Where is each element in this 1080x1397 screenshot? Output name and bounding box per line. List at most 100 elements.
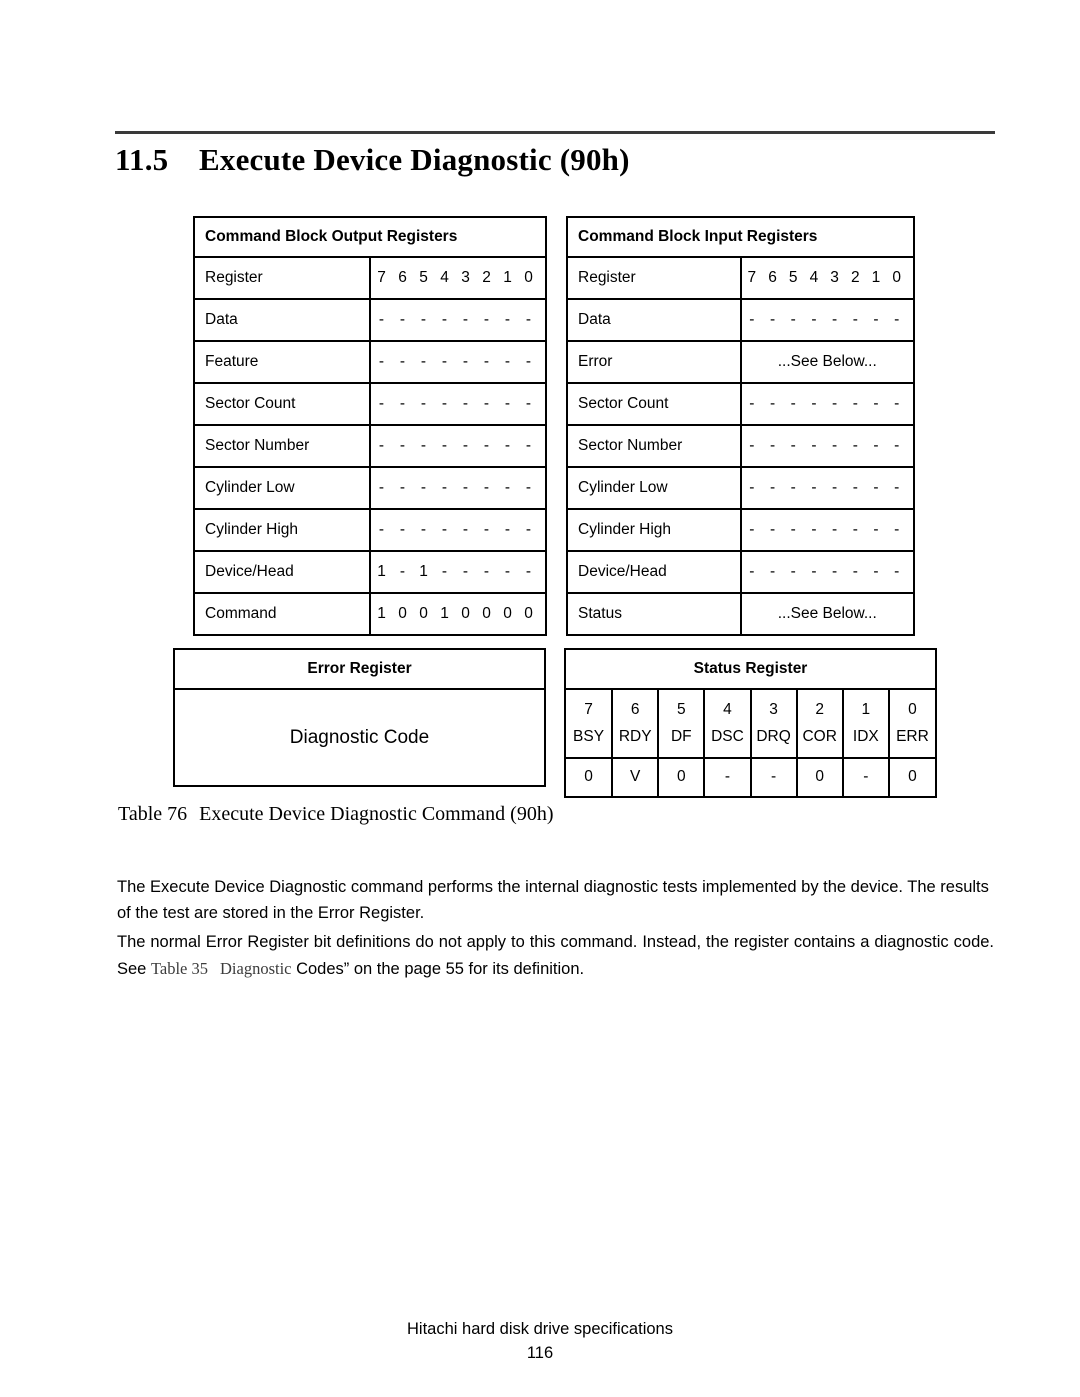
bit-value: - xyxy=(790,563,796,581)
bit-value: - xyxy=(894,479,900,497)
bit-value: - xyxy=(525,479,532,497)
bit-value: - xyxy=(525,563,532,581)
bit-number: 2 xyxy=(850,269,860,287)
bit-number: 1 xyxy=(503,269,512,287)
register-note: ...See Below... xyxy=(777,605,877,622)
bit-value: - xyxy=(832,521,838,539)
bit-value: 1 xyxy=(419,563,428,581)
page-title: 11.5 Execute Device Diagnostic (90h) xyxy=(115,142,995,178)
bit-value: - xyxy=(769,479,776,497)
register-label: Data xyxy=(568,299,742,342)
bit-value: - xyxy=(462,353,469,371)
bit-value: - xyxy=(399,521,406,539)
bit-number: 3 xyxy=(830,269,839,287)
bit-number: 3 xyxy=(461,269,470,287)
status-bit-cell: 3 DRQ xyxy=(750,690,798,760)
table-row: Cylinder Low - - - - - - - - xyxy=(195,467,545,510)
bit-value: - xyxy=(441,311,448,329)
status-bit-cell: 0 ERR xyxy=(888,690,935,760)
bit-value: - xyxy=(504,353,511,371)
page-footer: Hitachi hard disk drive specifications 1… xyxy=(0,1318,1080,1366)
bit-value: - xyxy=(441,395,448,413)
bit-value: - xyxy=(832,479,838,497)
status-bit-cell: 6 RDY xyxy=(612,690,660,760)
bit-value: - xyxy=(832,563,838,581)
bit-value: - xyxy=(811,395,817,413)
bit-value: - xyxy=(420,311,427,329)
status-bit-value-row: 0 V 0 - - 0 - 0 xyxy=(566,758,935,797)
table-row: Cylinder High - - - - - - - - xyxy=(195,509,545,552)
bit-number: 6 xyxy=(768,269,777,287)
bit-value: - xyxy=(852,437,858,455)
bit-value: - xyxy=(832,437,838,455)
paragraph-text-after: Codes” on the page 55 for its definition… xyxy=(291,959,585,978)
register-label: Sector Count xyxy=(568,383,742,426)
bit-number: 2 xyxy=(482,269,491,287)
table-row: Cylinder High - - - - - - - - xyxy=(568,509,913,552)
register-label: Cylinder High xyxy=(568,509,742,552)
bit-name: IDX xyxy=(852,728,879,746)
table-row: Command 1 0 0 1 0 0 0 0 xyxy=(195,593,545,634)
bit-value: - xyxy=(378,395,385,413)
error-register-table: Error Register Diagnostic Code xyxy=(173,648,546,787)
bit-number: 4 xyxy=(723,701,732,718)
bit-value: - xyxy=(811,311,817,329)
bit-value: - xyxy=(525,437,532,455)
bit-value: - xyxy=(399,479,406,497)
table-row: Device/Head - - - - - - - - xyxy=(568,551,913,594)
bit-value: - xyxy=(894,437,900,455)
bit-value: 0 xyxy=(419,605,428,623)
bit-value: - xyxy=(399,395,406,413)
table-row: Sector Number - - - - - - - - xyxy=(195,425,545,468)
bit-value: - xyxy=(504,395,511,413)
bit-value: 0 xyxy=(398,605,407,623)
bit-value: - xyxy=(750,758,798,797)
status-bit-cell: 7 BSY xyxy=(566,690,614,760)
bit-value: - xyxy=(852,479,858,497)
table-row: Sector Count - - - - - - - - xyxy=(568,383,913,426)
status-register-title: Status Register xyxy=(566,650,935,690)
bit-value: - xyxy=(483,353,490,371)
bit-value: - xyxy=(873,395,879,413)
bit-value: - xyxy=(894,395,900,413)
bit-number: 5 xyxy=(788,269,798,287)
register-label: Sector Count xyxy=(195,383,371,426)
table-row: Feature - - - - - - - - xyxy=(195,341,545,384)
table-row: Cylinder Low - - - - - - - - xyxy=(568,467,913,510)
bit-value: 0 xyxy=(482,605,491,623)
bit-value: - xyxy=(525,521,532,539)
bit-value: - xyxy=(769,437,776,455)
bit-value: - xyxy=(441,521,448,539)
bit-number: 0 xyxy=(892,269,901,287)
bit-number: 3 xyxy=(769,701,778,718)
bit-number: 0 xyxy=(908,701,917,718)
bit-value: 0 xyxy=(503,605,512,623)
bit-number: 5 xyxy=(677,701,686,718)
command-block-output-registers-table: Command Block Output Registers Register … xyxy=(193,216,547,636)
input-bit-number-cell: 7 6 5 4 3 2 1 0 xyxy=(740,257,913,300)
bit-number: 7 xyxy=(584,701,593,718)
error-register-body: Diagnostic Code xyxy=(289,726,430,748)
bit-value: - xyxy=(769,563,776,581)
bit-value: - xyxy=(399,311,406,329)
bit-number: 5 xyxy=(419,269,428,287)
bit-value: - xyxy=(504,479,511,497)
bit-value: - xyxy=(378,311,385,329)
input-bit-header-label: Register xyxy=(568,257,742,300)
bit-value: - xyxy=(894,311,900,329)
bit-value: - xyxy=(483,479,490,497)
table-row: Data - - - - - - - - xyxy=(568,299,913,342)
register-label: Status xyxy=(568,593,742,634)
paragraph-description: The Execute Device Diagnostic command pe… xyxy=(117,878,989,922)
bit-value: - xyxy=(504,311,511,329)
table-row: Status ...See Below... xyxy=(568,593,913,634)
bit-value: - xyxy=(420,521,427,539)
section-number: 11.5 xyxy=(115,142,169,177)
bit-value: - xyxy=(811,563,817,581)
bit-value: - xyxy=(420,395,427,413)
bit-value: - xyxy=(811,479,817,497)
register-bits: - - - - - - - - xyxy=(740,467,913,510)
bit-number: 7 xyxy=(747,269,757,287)
bit-name: RDY xyxy=(618,728,652,746)
output-bit-header-label: Register xyxy=(195,257,371,300)
